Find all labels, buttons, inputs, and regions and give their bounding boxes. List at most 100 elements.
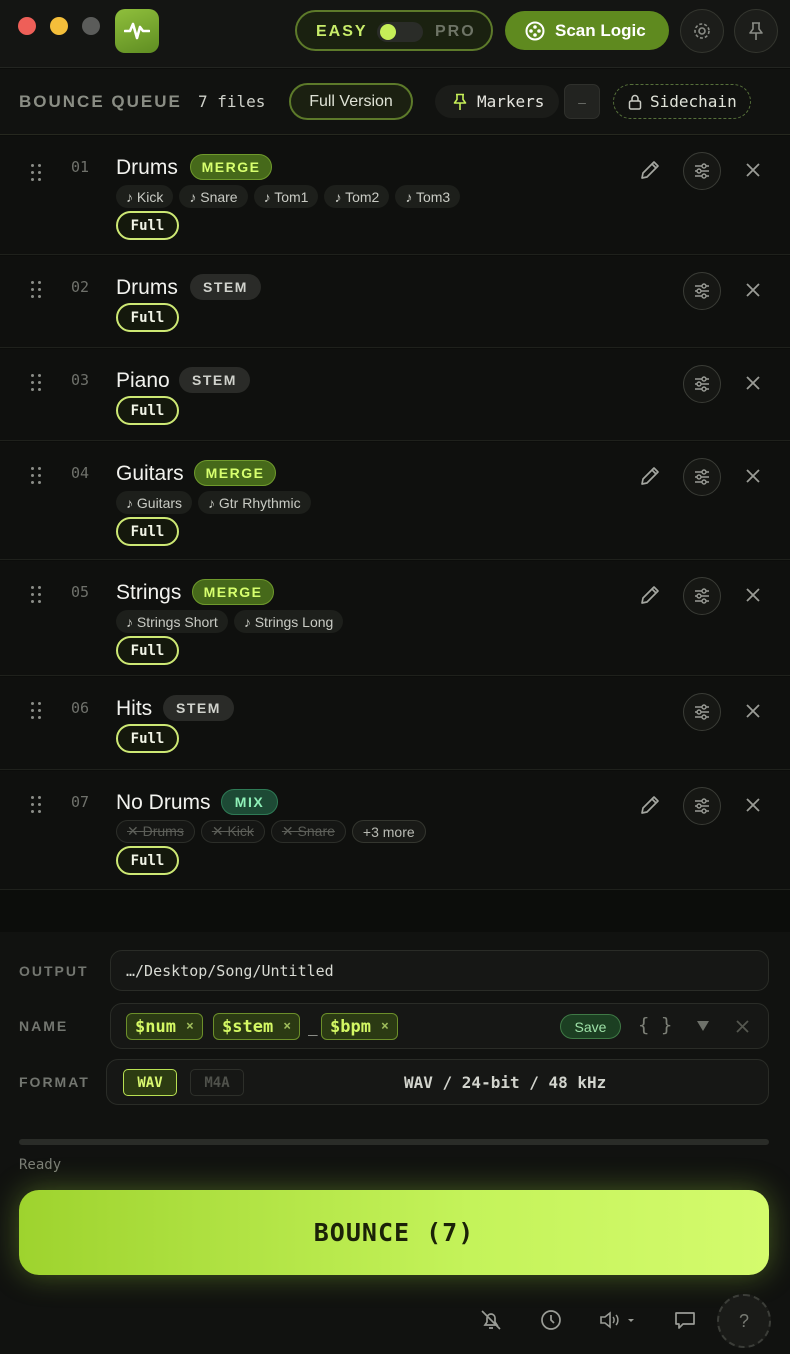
drag-handle-icon[interactable] bbox=[31, 586, 43, 604]
settings-button[interactable] bbox=[680, 9, 724, 53]
full-version-label: Full Version bbox=[309, 92, 393, 110]
track-number: 06 bbox=[71, 699, 90, 717]
remove-track-icon[interactable] bbox=[744, 586, 762, 604]
title-bar: EASY PRO Scan Logic bbox=[0, 0, 790, 68]
track-row[interactable]: 05 Strings MERGE ♪ Strings Short ♪ Strings L… bbox=[0, 561, 790, 676]
pin-button[interactable] bbox=[734, 9, 778, 53]
scan-logic-button[interactable]: Scan Logic bbox=[505, 11, 669, 50]
history-button[interactable] bbox=[538, 1307, 564, 1333]
remove-track-icon[interactable] bbox=[744, 161, 762, 179]
name-pattern-field[interactable]: $num × $stem × _ $bpm × Save { } bbox=[110, 1003, 769, 1049]
drag-handle-icon[interactable] bbox=[31, 796, 43, 814]
minimize-window-button[interactable] bbox=[50, 17, 68, 35]
range-full-button[interactable]: Full bbox=[116, 303, 179, 332]
lock-icon bbox=[628, 94, 642, 110]
edit-pencil-icon[interactable] bbox=[638, 464, 662, 488]
queue-count: 7 files bbox=[198, 92, 266, 111]
token-bpm-label: $bpm bbox=[330, 1016, 371, 1037]
source-chip: ✕ Snare bbox=[270, 820, 346, 843]
clear-icon[interactable] bbox=[736, 1020, 749, 1033]
edit-pencil-icon[interactable] bbox=[638, 158, 662, 182]
range-full-button[interactable]: Full bbox=[116, 846, 179, 875]
remove-track-icon[interactable] bbox=[744, 281, 762, 299]
help-button[interactable]: ? bbox=[717, 1294, 771, 1348]
output-path-field[interactable]: …/Desktop/Song/Untitled bbox=[110, 950, 769, 991]
track-number: 01 bbox=[71, 158, 90, 176]
token-num-label: $num bbox=[135, 1016, 176, 1037]
format-label: FORMAT bbox=[19, 1074, 90, 1090]
track-settings-button[interactable] bbox=[683, 152, 721, 190]
track-row[interactable]: 04 Guitars MERGE ♪ Guitars ♪ Gtr Rhythmic Ful… bbox=[0, 442, 790, 560]
track-row[interactable]: 06 Hits STEM Full bbox=[0, 677, 790, 770]
save-pattern-button[interactable]: Save bbox=[560, 1014, 621, 1039]
speaker-icon bbox=[600, 1311, 634, 1329]
track-settings-button[interactable] bbox=[683, 577, 721, 615]
more-sources-chip[interactable]: +3 more bbox=[351, 820, 426, 843]
track-name: Drums bbox=[116, 276, 178, 299]
track-number: 05 bbox=[71, 583, 90, 601]
token-stem-remove[interactable]: × bbox=[283, 1019, 291, 1034]
track-name: Hits bbox=[116, 697, 153, 720]
token-separator: _ bbox=[308, 1017, 318, 1036]
source-chip: ✕ Kick bbox=[200, 820, 265, 843]
range-full-button[interactable]: Full bbox=[116, 724, 179, 753]
track-row[interactable]: 01 Drums MERGE ♪ Kick ♪ Snare ♪ Tom1 ♪ Tom2 ♪ T… bbox=[0, 136, 790, 255]
source-chip: ♪ Strings Long bbox=[233, 610, 344, 633]
scan-icon bbox=[525, 21, 545, 40]
zoom-window-button[interactable] bbox=[82, 17, 100, 35]
track-name: Guitars bbox=[116, 462, 184, 485]
track-type-badge: MERGE bbox=[190, 154, 272, 180]
remove-track-icon[interactable] bbox=[744, 702, 762, 720]
feedback-button[interactable] bbox=[672, 1307, 698, 1333]
close-window-button[interactable] bbox=[18, 17, 36, 35]
notifications-off-button[interactable] bbox=[478, 1307, 504, 1333]
drag-handle-icon[interactable] bbox=[31, 164, 43, 182]
full-version-button[interactable]: Full Version bbox=[289, 83, 413, 120]
name-label: NAME bbox=[19, 1018, 69, 1034]
drag-handle-icon[interactable] bbox=[31, 281, 43, 299]
markers-button[interactable]: Markers bbox=[435, 85, 559, 118]
markers-label: Markers bbox=[477, 92, 545, 111]
track-row[interactable]: 02 Drums STEM Full bbox=[0, 256, 790, 348]
output-label: OUTPUT bbox=[19, 963, 89, 979]
sidechain-button[interactable]: Sidechain bbox=[613, 84, 751, 119]
dropdown-triangle-icon[interactable] bbox=[696, 1020, 710, 1032]
marker-minus-button[interactable]: – bbox=[564, 84, 600, 119]
track-settings-button[interactable] bbox=[683, 458, 721, 496]
drag-handle-icon[interactable] bbox=[31, 702, 43, 720]
remove-track-icon[interactable] bbox=[744, 467, 762, 485]
source-chip: ♪ Tom1 bbox=[253, 185, 319, 208]
token-bpm-remove[interactable]: × bbox=[381, 1019, 389, 1034]
mode-toggle[interactable]: EASY PRO bbox=[295, 10, 493, 51]
track-sources: ♪ Strings Short ♪ Strings Long bbox=[116, 610, 344, 633]
track-settings-button[interactable] bbox=[683, 693, 721, 731]
edit-pencil-icon[interactable] bbox=[638, 583, 662, 607]
track-settings-button[interactable] bbox=[683, 365, 721, 403]
track-row[interactable]: 03 Piano STEM Full bbox=[0, 349, 790, 441]
range-full-button[interactable]: Full bbox=[116, 211, 179, 240]
track-sources: ✕ Drums ✕ Kick ✕ Snare +3 more bbox=[116, 820, 426, 843]
token-bpm[interactable]: $bpm × bbox=[321, 1013, 398, 1040]
volume-button[interactable] bbox=[598, 1307, 638, 1333]
format-m4a-button[interactable]: M4A bbox=[190, 1069, 244, 1096]
range-full-button[interactable]: Full bbox=[116, 396, 179, 425]
edit-pencil-icon[interactable] bbox=[638, 793, 662, 817]
track-settings-button[interactable] bbox=[683, 272, 721, 310]
format-wav-button[interactable]: WAV bbox=[123, 1069, 177, 1096]
range-full-button[interactable]: Full bbox=[116, 517, 179, 546]
remove-track-icon[interactable] bbox=[744, 374, 762, 392]
token-stem[interactable]: $stem × bbox=[213, 1013, 301, 1040]
drag-handle-icon[interactable] bbox=[31, 467, 43, 485]
insert-token-icon[interactable]: { } bbox=[638, 1014, 672, 1036]
track-settings-button[interactable] bbox=[683, 787, 721, 825]
range-full-button[interactable]: Full bbox=[116, 636, 179, 665]
remove-track-icon[interactable] bbox=[744, 796, 762, 814]
drag-handle-icon[interactable] bbox=[31, 374, 43, 392]
mode-switch[interactable] bbox=[377, 22, 423, 42]
save-label: Save bbox=[574, 1018, 607, 1035]
token-num[interactable]: $num × bbox=[126, 1013, 203, 1040]
bounce-button[interactable]: BOUNCE (7) bbox=[19, 1190, 769, 1275]
token-num-remove[interactable]: × bbox=[186, 1019, 194, 1034]
pin-icon bbox=[453, 93, 467, 110]
track-row[interactable]: 07 No Drums MIX ✕ Drums ✕ Kick ✕ Snare +3 more… bbox=[0, 771, 790, 890]
